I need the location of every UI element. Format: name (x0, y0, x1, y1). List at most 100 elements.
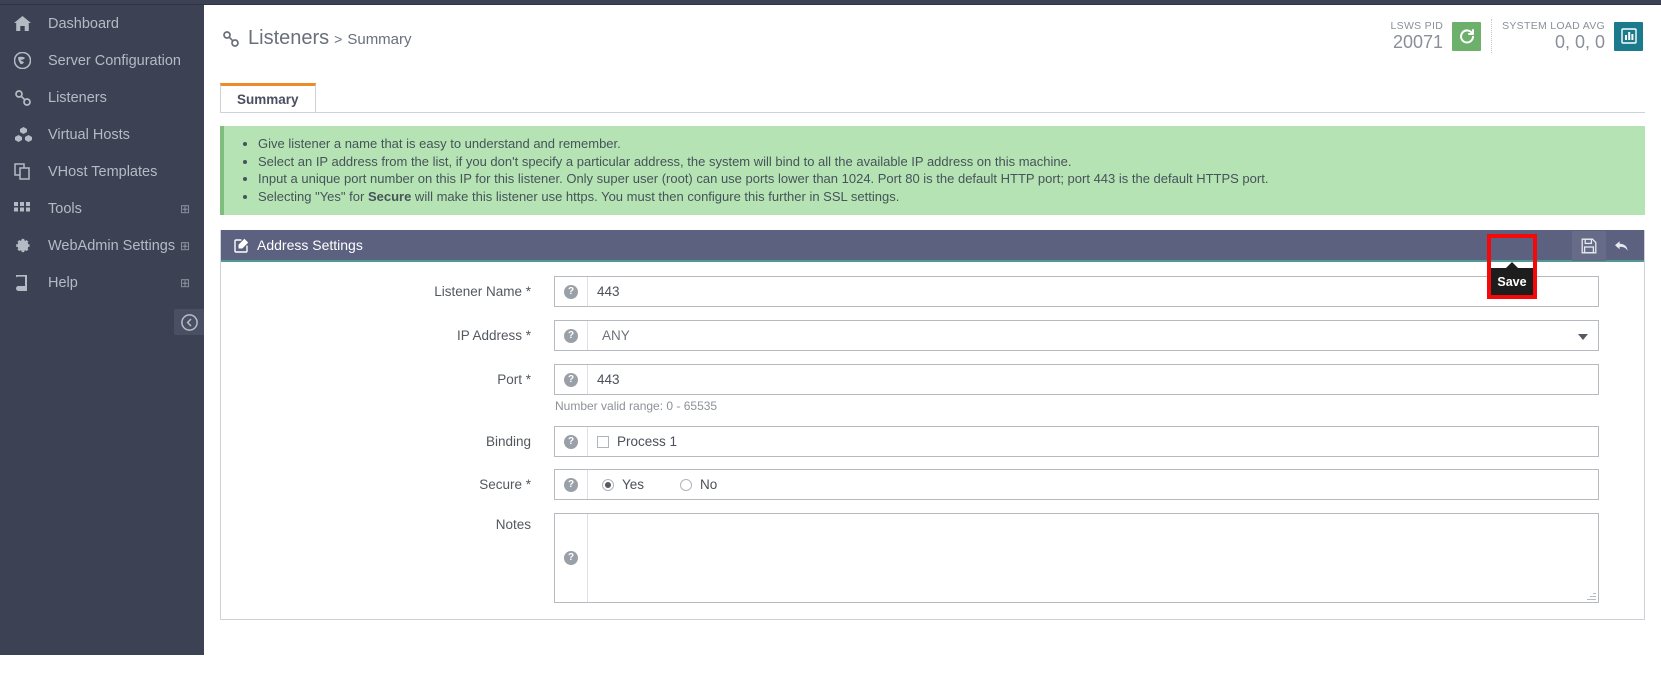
home-icon (14, 14, 40, 34)
undo-button[interactable] (1606, 231, 1640, 261)
grid-icon (14, 199, 40, 219)
notes-control: ? (554, 513, 1599, 603)
sidebar-item-tools[interactable]: Tools ⊞ (0, 190, 204, 227)
page-header: Listeners > Summary LSWS PID 20071 SYSTE… (204, 5, 1661, 80)
radio-dot (602, 478, 614, 491)
sidebar-item-label: WebAdmin Settings (48, 237, 176, 254)
form-row-secure: Secure * ? Yes No (221, 469, 1644, 500)
info-box: Give listener a name that is easy to und… (220, 126, 1645, 215)
question-circle-icon[interactable]: ? (564, 434, 578, 449)
port-hint: Number valid range: 0 - 65535 (555, 399, 718, 413)
system-load-label: SYSTEM LOAD AVG (1502, 20, 1605, 32)
tab-label: Summary (237, 92, 299, 107)
panel-header: Address Settings (221, 230, 1644, 262)
restart-button[interactable] (1452, 21, 1482, 51)
question-circle-icon[interactable]: ? (564, 284, 578, 299)
sidebar-item-vhost-templates[interactable]: VHost Templates (0, 153, 204, 190)
panel-title: Address Settings (221, 237, 363, 253)
link-icon (14, 88, 40, 108)
sidebar-item-label: Help (48, 274, 78, 291)
address-settings-form: Listener Name * ? 443 IP Address * ? ANY… (221, 262, 1644, 603)
breadcrumb-root[interactable]: Listeners (248, 27, 329, 50)
sidebar-item-label: Tools (48, 200, 82, 217)
question-circle-icon[interactable]: ? (564, 372, 578, 387)
ip-address-label: IP Address * (456, 328, 531, 343)
sidebar-item-help[interactable]: Help ⊞ (0, 264, 204, 301)
breadcrumb-current: Summary (347, 31, 412, 48)
tab-strip: Summary (204, 80, 1661, 113)
sidebar-item-label: VHost Templates (48, 163, 158, 180)
book-icon (14, 273, 40, 293)
sidebar-item-server-configuration[interactable]: Server Configuration (0, 42, 204, 79)
address-settings-panel: Address Settings Listener Name * ? 443 I… (220, 230, 1645, 620)
realtime-stats-button[interactable] (1614, 21, 1643, 51)
restart-icon (1459, 29, 1474, 44)
binding-process-1-label: Process 1 (617, 434, 678, 449)
tab-underline (220, 112, 1645, 113)
expand-icon[interactable]: ⊞ (180, 240, 190, 252)
listener-name-input[interactable]: 443 (597, 284, 620, 299)
chevron-down-icon (1578, 333, 1588, 340)
secure-control: ? Yes No (554, 469, 1599, 500)
secure-label: Secure * (479, 477, 531, 492)
notes-textarea[interactable] (588, 514, 1598, 602)
secure-no-radio[interactable]: No (680, 477, 717, 492)
breadcrumb-separator: > (334, 31, 343, 47)
sidebar-item-dashboard[interactable]: Dashboard (0, 5, 204, 42)
sidebar-item-virtual-hosts[interactable]: Virtual Hosts (0, 116, 204, 153)
sidebar-item-webadmin-settings[interactable]: WebAdmin Settings ⊞ (0, 227, 204, 264)
question-circle-icon[interactable]: ? (564, 328, 578, 343)
globe-icon (14, 51, 40, 71)
form-row-listener-name: Listener Name * ? 443 (221, 276, 1644, 307)
binding-label: Binding (485, 434, 531, 449)
link-icon (222, 31, 240, 52)
panel-actions (1572, 230, 1640, 262)
gear-icon (14, 236, 40, 256)
port-input[interactable]: 443 (597, 372, 620, 387)
info-line-bold: Secure (367, 188, 412, 204)
form-row-port: Port * ? 443 Number valid range: 0 - 655… (221, 364, 1644, 413)
info-line: Give listener a name that is easy to und… (258, 135, 1631, 153)
expand-icon[interactable]: ⊞ (180, 203, 190, 215)
listener-name-label: Listener Name * (434, 284, 531, 299)
collapse-sidebar-button[interactable] (174, 309, 204, 335)
lsws-pid-label: LSWS PID (1390, 20, 1444, 32)
lsws-pid-group: LSWS PID 20071 (1381, 20, 1492, 52)
sidebar-item-label: Dashboard (48, 15, 119, 32)
copy-icon (14, 162, 40, 182)
question-circle-icon[interactable]: ? (564, 477, 578, 492)
chevron-left-circle-icon (180, 313, 198, 331)
sidebar-item-listeners[interactable]: Listeners (0, 79, 204, 116)
port-control: ? 443 (554, 364, 1599, 395)
info-line: Select an IP address from the list, if y… (258, 153, 1631, 171)
form-row-binding: Binding ? Process 1 (221, 426, 1644, 457)
ip-address-select[interactable]: ANY (588, 321, 1598, 350)
expand-icon[interactable]: ⊞ (180, 277, 190, 289)
floppy-disk-icon (1581, 238, 1597, 254)
radio-dot (680, 478, 693, 491)
form-row-ip-address: IP Address * ? ANY (221, 320, 1644, 351)
form-row-notes: Notes ? (221, 513, 1644, 603)
question-circle-icon[interactable]: ? (564, 551, 578, 565)
ip-address-selected-value: ANY (602, 328, 630, 343)
checkbox-box (597, 435, 609, 448)
ip-address-control: ? ANY (554, 320, 1599, 351)
save-tooltip: Save (1487, 262, 1537, 295)
breadcrumb: Listeners > Summary (222, 27, 412, 50)
secure-yes-radio[interactable]: Yes (602, 477, 644, 492)
status-bar: LSWS PID 20071 SYSTEM LOAD AVG 0, 0, 0 (1381, 19, 1654, 53)
chart-icon (1620, 28, 1637, 44)
secure-yes-label: Yes (622, 477, 645, 492)
info-line-pre: Selecting "Yes" for (258, 188, 368, 204)
listener-name-control: ? 443 (554, 276, 1599, 307)
info-line: Input a unique port number on this IP fo… (258, 170, 1631, 188)
binding-process-1-checkbox[interactable]: Process 1 (597, 434, 677, 449)
system-load-value: 0, 0, 0 (1554, 32, 1605, 52)
info-line-post: will make this listener use https. You m… (411, 188, 900, 204)
tab-summary[interactable]: Summary (220, 83, 316, 113)
save-button[interactable] (1572, 231, 1606, 261)
panel-title-label: Address Settings (257, 237, 363, 253)
undo-arrow-icon (1615, 241, 1628, 251)
system-load-group: SYSTEM LOAD AVG 0, 0, 0 (1492, 20, 1653, 52)
sidebar-item-label: Server Configuration (48, 52, 181, 69)
